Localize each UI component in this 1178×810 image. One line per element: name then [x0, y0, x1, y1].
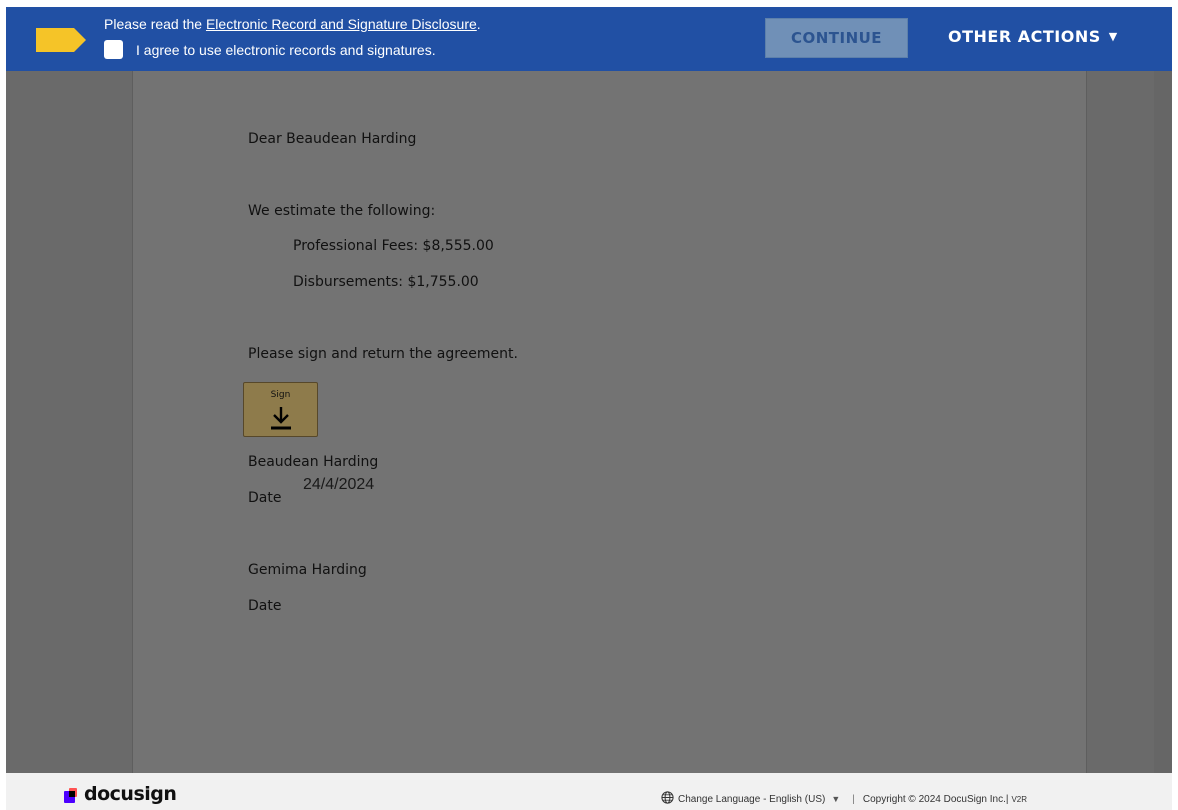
globe-icon	[661, 791, 674, 804]
disclosure-prefix: Please read the	[104, 16, 206, 32]
disclosure-notice: Please read the Electronic Record and Si…	[104, 16, 481, 32]
professional-fees-text: Professional Fees: $8,555.00	[293, 238, 494, 254]
sign-here-tab[interactable]: Sign	[243, 382, 318, 437]
docusign-logo-mark-icon	[64, 788, 77, 803]
agree-checkbox[interactable]	[104, 40, 123, 59]
salutation-text: Dear Beaudean Harding	[248, 131, 417, 147]
footer: docusign Change Language - English (US) ▼…	[6, 773, 1172, 810]
signer1-name: Beaudean Harding	[248, 454, 379, 470]
signer1-date-value: 24/4/2024	[303, 476, 375, 493]
disclosure-link[interactable]: Electronic Record and Signature Disclosu…	[206, 16, 477, 32]
language-dropdown-icon[interactable]: ▼	[831, 794, 840, 804]
signer1-date-label: Date	[248, 490, 282, 506]
tag-flag-icon	[36, 28, 86, 52]
sign-request-text: Please sign and return the agreement.	[248, 346, 518, 362]
download-arrow-icon	[271, 407, 291, 430]
version-label: V2R	[1011, 795, 1028, 804]
disbursements-text: Disbursements: $1,755.00	[293, 274, 479, 290]
estimate-intro-text: We estimate the following:	[248, 203, 436, 219]
change-language-link[interactable]: Change Language - English (US)	[678, 794, 825, 805]
viewer-scroll-gutter	[1154, 7, 1172, 773]
agree-label[interactable]: I agree to use electronic records and si…	[136, 42, 436, 58]
other-actions-menu[interactable]: OTHER ACTIONS ▼	[948, 27, 1118, 46]
docusign-signing-page: Dear Beaudean Harding We estimate the fo…	[0, 0, 1178, 810]
signer2-date-label: Date	[248, 598, 282, 614]
footer-links: Change Language - English (US) ▼ | Copyrigh…	[661, 789, 1027, 805]
consent-banner: Please read the Electronic Record and Si…	[6, 7, 1172, 71]
disclosure-suffix: .	[476, 16, 481, 32]
sign-tab-label: Sign	[270, 390, 291, 400]
footer-separator: |	[852, 794, 855, 805]
other-actions-label: OTHER ACTIONS	[948, 27, 1101, 46]
continue-button[interactable]: CONTINUE	[765, 18, 908, 58]
caret-down-icon: ▼	[1108, 30, 1118, 43]
copyright-text: Copyright © 2024 DocuSign Inc.|	[862, 794, 1009, 805]
brand-wordmark: docusign	[84, 783, 177, 805]
signer2-name: Gemima Harding	[248, 562, 367, 578]
document-viewer: Dear Beaudean Harding We estimate the fo…	[6, 7, 1172, 773]
